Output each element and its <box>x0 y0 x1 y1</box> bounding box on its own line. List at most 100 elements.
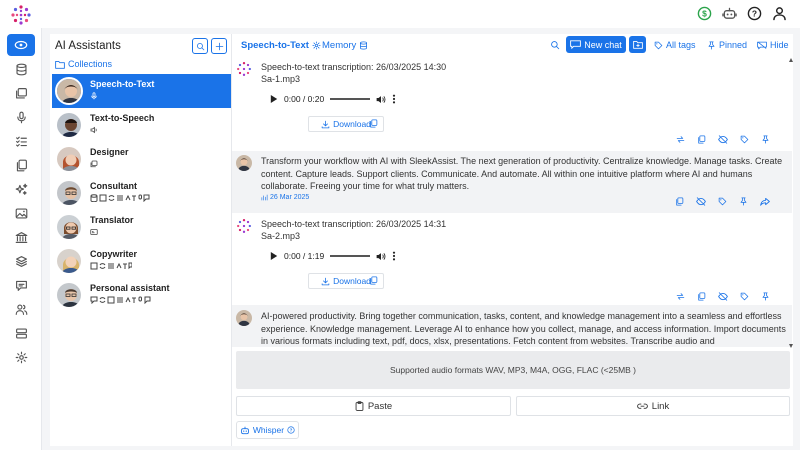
assistant-item[interactable]: Translator <box>52 210 231 244</box>
assistant-item[interactable]: Designer <box>52 142 231 176</box>
assistants-panel: AI Assistants Collections Speech-to-Text… <box>50 34 231 446</box>
pin-icon[interactable] <box>761 292 770 301</box>
message: Speech-to-text transcription: 26/03/2025… <box>232 214 792 304</box>
assistant-name: Translator <box>90 215 134 225</box>
documents-icon[interactable] <box>7 154 35 176</box>
storage-icon[interactable] <box>7 322 35 344</box>
robot-icon[interactable] <box>720 4 738 22</box>
assistant-item[interactable]: Consultant <box>52 176 231 210</box>
share-icon[interactable] <box>760 197 770 206</box>
add-assistant-button[interactable] <box>211 38 227 54</box>
paste-button[interactable]: Paste <box>236 396 511 416</box>
volume-icon[interactable] <box>376 252 386 261</box>
message-text: Transform your workflow with AI with Sle… <box>261 156 783 191</box>
tab-label: Memory <box>322 40 357 51</box>
message-date: 26 Mar 2025 <box>261 194 309 201</box>
download-label: Download <box>333 276 371 286</box>
volume-icon[interactable] <box>376 95 386 104</box>
user-icon[interactable] <box>770 4 788 22</box>
gallery-icon[interactable] <box>7 82 35 104</box>
user-avatar <box>236 310 252 326</box>
copy-icon[interactable] <box>369 276 378 285</box>
avatar <box>55 247 83 275</box>
tag-icon[interactable] <box>718 197 727 206</box>
tag-icon[interactable] <box>740 292 749 301</box>
hide-icon[interactable] <box>718 135 728 144</box>
play-icon[interactable] <box>270 95 278 103</box>
plus-icon <box>215 42 223 50</box>
whisper-button[interactable]: Whisper ? <box>236 421 299 439</box>
tasks-icon[interactable] <box>7 130 35 152</box>
pinned-button[interactable]: Pinned <box>707 40 747 50</box>
search-icon[interactable] <box>550 40 560 50</box>
search-assistants-button[interactable] <box>192 38 208 54</box>
assistant-tools <box>90 126 98 134</box>
pin-icon <box>708 40 715 50</box>
new-chat-button[interactable]: New chat <box>566 36 626 53</box>
scrollbar[interactable] <box>789 58 793 348</box>
audio-player[interactable]: 0:00 / 1:19 <box>270 248 420 264</box>
avatar <box>55 179 83 207</box>
hide-icon[interactable] <box>696 197 706 206</box>
more-vertical-icon[interactable] <box>392 94 396 104</box>
search-icon <box>196 42 204 50</box>
tag-icon <box>654 41 663 49</box>
paste-label: Paste <box>367 400 393 412</box>
copy-icon[interactable] <box>697 292 706 301</box>
database-icon[interactable] <box>7 58 35 80</box>
tab-speech-to-text[interactable]: Speech-to-Text <box>241 40 321 51</box>
assistant-item[interactable]: Speech-to-Text <box>52 74 231 108</box>
copy-icon[interactable] <box>369 119 378 128</box>
help-icon[interactable]: ? <box>287 426 295 434</box>
play-icon[interactable] <box>270 252 278 260</box>
help-icon[interactable]: ? <box>745 4 763 22</box>
image-icon[interactable] <box>7 202 35 224</box>
all-tags-button[interactable]: All tags <box>654 40 696 50</box>
collections-label: Collections <box>68 59 113 69</box>
assistant-tools <box>90 92 98 100</box>
message: AI-powered productivity. Bring together … <box>232 305 792 347</box>
messages-icon[interactable] <box>7 274 35 296</box>
assistant-item[interactable]: Text-to-Speech <box>52 108 231 142</box>
microphone-icon[interactable] <box>7 106 35 128</box>
new-folder-button[interactable] <box>629 36 646 53</box>
retry-icon[interactable] <box>676 135 685 144</box>
tools-icon-row <box>90 296 151 304</box>
tab-memory[interactable]: Memory <box>322 40 368 51</box>
download-icon <box>321 120 330 128</box>
copy-icon[interactable] <box>697 135 706 144</box>
link-button[interactable]: Link <box>516 396 790 416</box>
settings-icon[interactable] <box>7 346 35 368</box>
download-label: Download <box>333 119 371 129</box>
institution-icon[interactable] <box>7 226 35 248</box>
hide-icon[interactable] <box>718 292 728 301</box>
more-vertical-icon[interactable] <box>392 251 396 261</box>
assistant-item[interactable]: Personal assistant <box>52 278 231 312</box>
gallery-icon <box>90 160 98 168</box>
copy-icon[interactable] <box>675 197 684 206</box>
collections-link[interactable]: Collections <box>55 59 112 69</box>
audio-player[interactable]: 0:00 / 0:20 <box>270 91 420 107</box>
gear-icon[interactable] <box>312 41 321 50</box>
audio-progress[interactable] <box>330 98 371 100</box>
assistant-name: Speech-to-Text <box>90 79 155 89</box>
hide-button[interactable]: Hide <box>757 40 789 50</box>
pin-icon[interactable] <box>761 135 770 144</box>
dollar-icon[interactable]: $ <box>695 4 713 22</box>
assistants-title: AI Assistants <box>55 40 121 52</box>
pin-icon[interactable] <box>739 197 748 206</box>
assistant-tools <box>90 228 98 236</box>
users-icon[interactable] <box>7 298 35 320</box>
audio-progress[interactable] <box>330 255 371 257</box>
retry-icon[interactable] <box>676 292 685 301</box>
server-stack-icon[interactable] <box>7 250 35 272</box>
tag-icon[interactable] <box>740 135 749 144</box>
chat-icon[interactable] <box>7 34 35 56</box>
sparkle-icon[interactable] <box>7 178 35 200</box>
hide-chat-icon <box>757 41 767 49</box>
assistant-tools <box>90 296 152 304</box>
audio-drop-zone[interactable]: Supported audio formats WAV, MP3, M4A, O… <box>236 351 790 389</box>
assistant-item[interactable]: Copywriter <box>52 244 231 278</box>
avatar <box>55 145 83 173</box>
whisper-label: Whisper <box>252 425 285 435</box>
